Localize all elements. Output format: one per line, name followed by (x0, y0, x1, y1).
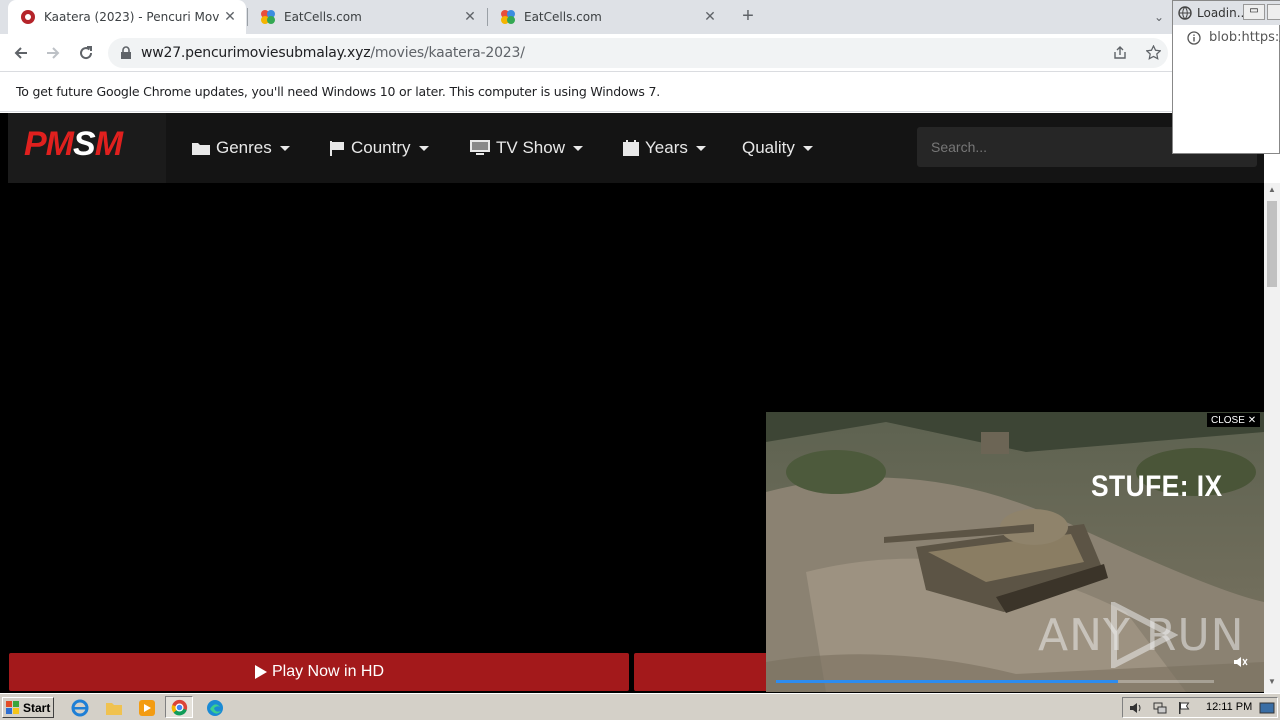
browser-toolbar: ww27.pencurimoviesubmalay.xyz/movies/kaa… (0, 34, 1280, 72)
ad-headline: STUFE: IX (1091, 470, 1223, 503)
forward-button[interactable] (40, 40, 66, 66)
internet-explorer-icon[interactable] (70, 698, 90, 718)
reload-icon (80, 46, 93, 60)
site-logo[interactable]: PMSM (8, 113, 166, 183)
caret-down-icon (279, 145, 290, 151)
folder-icon (192, 143, 210, 155)
popup-window[interactable]: Loadin... ▭ blob:https:/ (1172, 0, 1280, 154)
tab-title: EatCells.com (284, 10, 362, 24)
network-icon[interactable] (1153, 701, 1167, 715)
close-tab-icon[interactable]: ✕ (220, 9, 240, 25)
scroll-down-arrow-icon[interactable]: ▼ (1264, 677, 1280, 691)
page-scrollbar[interactable]: ▲ ▼ (1264, 183, 1280, 693)
ad-progress-fill (776, 680, 1118, 683)
nav-genres[interactable]: Genres (192, 136, 290, 160)
windows-taskbar: Start 12:11 PM (0, 693, 1280, 720)
info-icon[interactable] (1187, 31, 1201, 45)
forward-arrow-icon (47, 47, 60, 59)
tab-eatcells-1[interactable]: EatCells.com ✕ (248, 0, 486, 34)
back-button[interactable] (8, 40, 34, 66)
maximize-button[interactable] (1267, 4, 1280, 20)
anyrun-watermark: ANY RUN (1038, 602, 1245, 668)
address-bar[interactable]: ww27.pencurimoviesubmalay.xyz/movies/kaa… (108, 38, 1168, 68)
eatcells-favicon-icon (501, 10, 515, 24)
close-tab-icon[interactable]: ✕ (460, 9, 480, 25)
share-icon[interactable] (1113, 46, 1127, 60)
nav-country[interactable]: Country (329, 136, 429, 160)
edge-icon[interactable] (205, 698, 225, 718)
scroll-thumb[interactable] (1267, 201, 1277, 287)
play-icon (254, 665, 267, 679)
update-infobar: To get future Google Chrome updates, you… (0, 72, 1280, 112)
mute-icon[interactable] (1234, 656, 1248, 668)
ad-progress-bar[interactable] (776, 680, 1214, 683)
nav-tv-show[interactable]: TV Show (470, 136, 583, 160)
infobar-text: To get future Google Chrome updates, you… (16, 84, 661, 99)
tab-strip: Kaatera (2023) - Pencuri Movie Subl ✕ Ea… (0, 0, 1280, 34)
taskbar-clock[interactable]: 12:11 PM (1206, 701, 1252, 713)
reload-button[interactable] (73, 40, 99, 66)
close-tab-icon[interactable]: ✕ (700, 9, 720, 25)
secondary-button[interactable] (634, 653, 774, 691)
url-text: ww27.pencurimoviesubmalay.xyz/movies/kaa… (141, 45, 525, 61)
globe-icon (1178, 6, 1192, 20)
flag-icon (330, 141, 344, 156)
tv-icon (470, 140, 490, 155)
site-favicon-icon (21, 10, 35, 24)
play-now-button[interactable]: Play Now in HD (9, 653, 629, 691)
caret-down-icon (802, 145, 813, 151)
caret-down-icon (418, 145, 429, 151)
chrome-taskbar-button[interactable] (165, 696, 193, 718)
tab-eatcells-2[interactable]: EatCells.com ✕ (488, 0, 726, 34)
file-explorer-icon[interactable] (104, 698, 124, 718)
volume-icon[interactable] (1129, 701, 1143, 715)
caret-down-icon (572, 145, 583, 151)
anyrun-play-icon (1111, 602, 1178, 668)
tab-kaatera[interactable]: Kaatera (2023) - Pencuri Movie Subl ✕ (8, 0, 246, 34)
new-tab-button[interactable]: + (738, 6, 758, 26)
minimize-button[interactable]: ▭ (1243, 4, 1265, 20)
popup-titlebar[interactable]: Loadin... ▭ (1173, 1, 1280, 25)
system-tray (1122, 697, 1278, 718)
lock-icon[interactable] (120, 46, 132, 60)
scroll-up-arrow-icon[interactable]: ▲ (1264, 185, 1280, 199)
tab-search-chevron-icon[interactable]: ⌄ (1154, 10, 1164, 24)
popup-address-bar[interactable]: blob:https:/ (1177, 27, 1280, 49)
close-icon: ✕ (1247, 414, 1257, 426)
eatcells-favicon-icon (261, 10, 275, 24)
tab-title: Kaatera (2023) - Pencuri Movie Subl (44, 10, 220, 24)
bookmark-star-icon[interactable] (1146, 45, 1161, 60)
back-arrow-icon (14, 47, 27, 59)
windows-logo-icon (6, 700, 19, 714)
show-desktop-icon[interactable] (1259, 701, 1275, 715)
nav-years[interactable]: Years (623, 136, 706, 160)
caret-down-icon (695, 145, 706, 151)
nav-quality[interactable]: Quality (742, 136, 813, 160)
action-center-flag-icon[interactable] (1177, 701, 1191, 715)
media-player-icon[interactable] (137, 698, 157, 718)
video-ad[interactable]: STUFE: IX ANY RUN (766, 412, 1264, 692)
start-button[interactable]: Start (2, 697, 54, 718)
calendar-icon (623, 140, 639, 156)
ad-close-button[interactable]: CLOSE ✕ (1207, 413, 1261, 427)
chrome-icon (171, 699, 188, 716)
tab-title: EatCells.com (524, 10, 602, 24)
